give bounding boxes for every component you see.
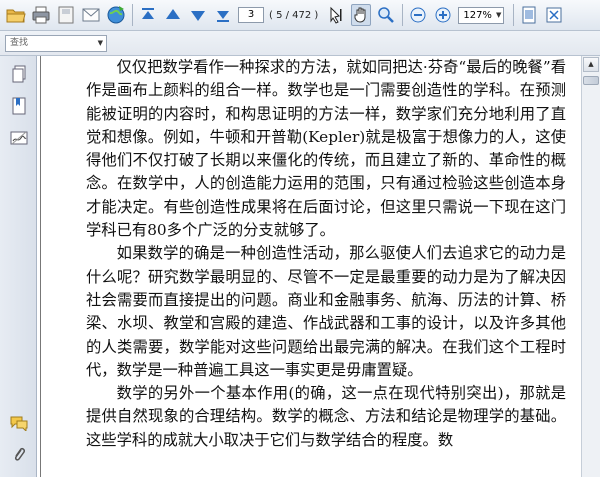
chevron-down-icon: ▼ (97, 39, 103, 47)
last-page-icon[interactable] (213, 4, 233, 26)
document-view[interactable]: 仅仅把数学看作一种探求的方法，就如同把达·芬奇“最后的晚餐”看作是画布上颜料的组… (37, 56, 581, 477)
globe-icon[interactable] (106, 4, 126, 26)
page-number-input[interactable] (238, 7, 264, 23)
pages-icon[interactable] (9, 64, 29, 84)
toolbar-separator (132, 4, 133, 26)
signatures-icon[interactable] (9, 128, 29, 148)
zoom-level-select[interactable]: 127% ▼ (458, 6, 505, 24)
select-text-icon[interactable] (326, 4, 346, 26)
scroll-thumb[interactable] (583, 76, 599, 85)
toolbar-separator (513, 4, 515, 26)
save-icon[interactable] (56, 4, 76, 26)
email-icon[interactable] (81, 4, 101, 26)
bookmarks-icon[interactable] (9, 96, 29, 116)
zoom-out-icon[interactable] (408, 4, 428, 26)
toolbar-separator (402, 4, 404, 26)
vertical-scrollbar[interactable]: ▲ (581, 56, 600, 477)
find-placeholder: 查找 (10, 38, 29, 48)
page-content: 仅仅把数学看作一种探求的方法，就如同把达·芬奇“最后的晚餐”看作是画布上颜料的组… (86, 56, 566, 452)
next-page-icon[interactable] (188, 4, 208, 26)
find-input[interactable]: 查找 ▼ (5, 35, 107, 52)
paragraph: 如果数学的确是一种创造性活动，那么驱使人们去追求它的动力是什么呢？研究数学最明显… (86, 244, 566, 379)
print-icon[interactable] (31, 4, 51, 26)
zoom-tool-icon[interactable] (376, 4, 396, 26)
first-page-icon[interactable] (138, 4, 158, 26)
navigation-sidebar (0, 56, 37, 477)
previous-page-icon[interactable] (163, 4, 183, 26)
paragraph: 数学的另外一个基本作用(的确，这一点在现代特别突出)，那就是提供自然现象的合理结… (86, 384, 566, 449)
single-page-icon[interactable] (519, 4, 539, 26)
find-bar: 查找 ▼ (0, 31, 600, 56)
page-edge (40, 56, 41, 477)
paragraph: 仅仅把数学看作一种探求的方法，就如同把达·芬奇“最后的晚餐”看作是画布上颜料的组… (86, 58, 566, 240)
fit-page-icon[interactable] (544, 4, 564, 26)
zoom-level-value: 127% (463, 9, 492, 21)
comments-icon[interactable] (9, 413, 29, 433)
chevron-down-icon: ▼ (495, 11, 502, 19)
page-count-label: ( 5 / 472 ) (269, 9, 319, 21)
zoom-in-icon[interactable] (433, 4, 453, 26)
scroll-up-icon[interactable]: ▲ (583, 57, 599, 72)
attachments-icon[interactable] (9, 445, 29, 465)
hand-tool-icon[interactable] (351, 4, 372, 26)
open-folder-icon[interactable] (6, 4, 26, 26)
main-toolbar: ( 5 / 472 ) 127% ▼ (0, 0, 600, 31)
